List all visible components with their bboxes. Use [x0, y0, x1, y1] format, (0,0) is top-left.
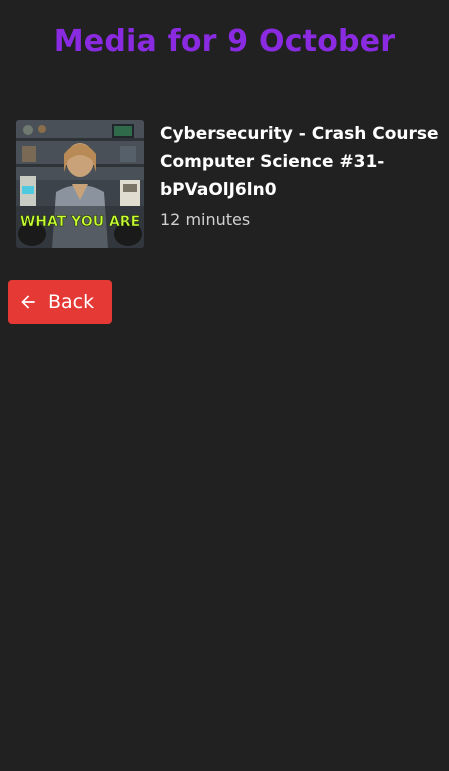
media-item[interactable]: WHAT YOU ARE Cybersecurity - Crash Cours…	[16, 120, 439, 248]
video-thumbnail[interactable]: WHAT YOU ARE	[16, 120, 144, 248]
back-button-label: Back	[48, 291, 95, 313]
media-title[interactable]: Cybersecurity - Crash Course Computer Sc…	[160, 120, 440, 204]
thumbnail-caption: WHAT YOU ARE	[20, 214, 140, 230]
arrow-left-icon	[18, 292, 38, 312]
back-button[interactable]: Back	[8, 280, 112, 324]
media-info: Cybersecurity - Crash Course Computer Sc…	[160, 120, 440, 232]
media-duration: 12 minutes	[160, 210, 251, 229]
page-title: Media for 9 October	[53, 24, 396, 59]
